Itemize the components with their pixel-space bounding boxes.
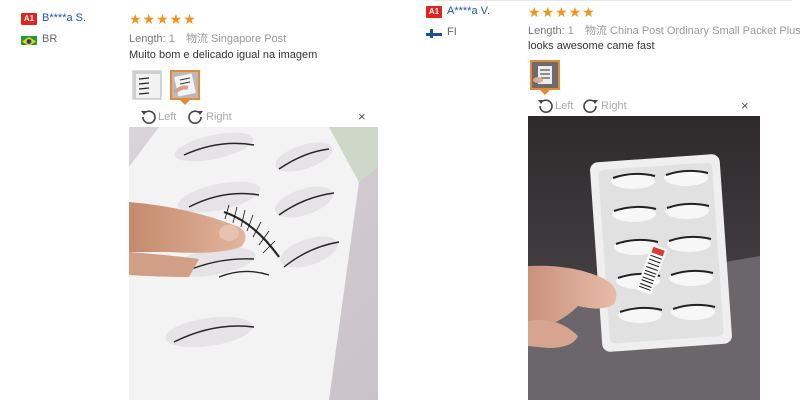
- review-photo: [528, 116, 760, 400]
- rotate-right-label: Right: [601, 100, 627, 112]
- reviewer-name: B****a S.: [42, 12, 87, 24]
- review-photo-thumbnail[interactable]: [132, 70, 162, 100]
- review-card: A1 A****a V. FI ★★★★★ Length: 1 物流 China…: [415, 0, 800, 400]
- rotate-right-label: Right: [206, 111, 232, 123]
- divider: [433, 0, 792, 1]
- rotate-left-label: Left: [555, 100, 574, 112]
- close-viewer-button[interactable]: ×: [741, 98, 749, 113]
- rotate-right-icon: [583, 99, 598, 113]
- length-value: 1: [168, 33, 175, 45]
- rotate-left-label: Left: [158, 111, 177, 123]
- review-text: Muito bom e delicado igual na imagem: [129, 49, 318, 61]
- length-value: 1: [567, 25, 574, 37]
- order-info: Length: 1 物流 Singapore Post: [129, 30, 286, 46]
- close-viewer-button[interactable]: ×: [358, 109, 366, 124]
- rotate-left-icon: [538, 99, 553, 113]
- order-info: Length: 1 物流 China Post Ordinary Small P…: [528, 22, 800, 38]
- reviewer-country: FI: [447, 26, 457, 38]
- brazil-flag-icon: [21, 34, 37, 45]
- shipping-method: China Post Ordinary Small Packet Plus: [610, 25, 800, 37]
- rotate-left-icon: [141, 110, 156, 124]
- selected-thumbnail-caret: [180, 100, 190, 105]
- rotate-left-button[interactable]: Left: [536, 98, 573, 114]
- shipping-label: 物流: [584, 25, 607, 37]
- photo-viewer-toolbar: Left Right ×: [129, 107, 377, 128]
- buyer-level-badge: A1: [426, 6, 442, 18]
- rotate-right-button[interactable]: Right: [187, 109, 232, 125]
- finland-flag-icon: [426, 27, 442, 38]
- rotate-right-button[interactable]: Right: [582, 98, 627, 114]
- shipping-label: 物流: [185, 33, 208, 45]
- shipping-method: Singapore Post: [211, 33, 287, 45]
- review-card: A1 B****a S. BR ★★★★★ Length: 1 物流 Singa…: [0, 0, 415, 400]
- review-photo-thumbnail-selected[interactable]: [530, 60, 560, 90]
- buyer-level-badge: A1: [21, 13, 37, 25]
- selected-thumbnail-caret: [540, 90, 550, 95]
- review-photo-thumbnail-selected[interactable]: [170, 70, 200, 100]
- reviewer-country: BR: [42, 33, 58, 45]
- review-text: looks awesome came fast: [528, 40, 655, 52]
- star-rating: ★★★★★: [129, 11, 197, 27]
- star-rating: ★★★★★: [528, 4, 596, 20]
- review-photo: [129, 127, 378, 400]
- length-label: Length:: [129, 33, 166, 45]
- length-label: Length:: [528, 25, 565, 37]
- rotate-right-icon: [188, 110, 203, 124]
- reviewer-name: A****a V.: [447, 5, 491, 17]
- rotate-left-button[interactable]: Left: [139, 109, 176, 125]
- photo-viewer-toolbar: Left Right ×: [528, 96, 760, 117]
